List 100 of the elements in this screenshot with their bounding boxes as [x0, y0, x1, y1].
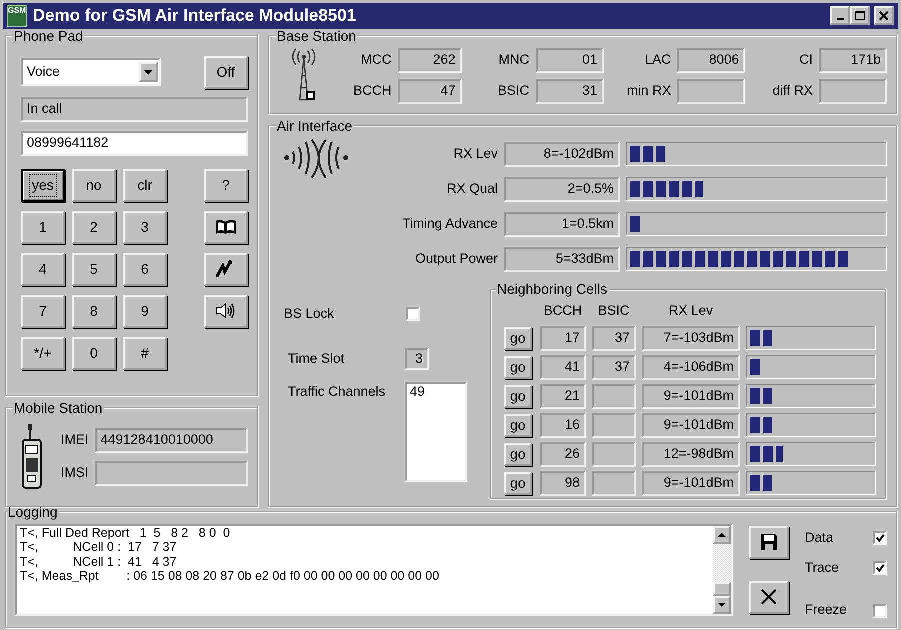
speaker-button[interactable]	[204, 294, 248, 328]
go-button[interactable]: go	[504, 442, 532, 466]
window-title: Demo for GSM Air Interface Module8501	[33, 5, 358, 27]
field-label: diff RX	[772, 82, 813, 100]
field-label: BCCH	[352, 82, 392, 100]
cross-icon	[761, 589, 777, 606]
group-title: Base Station	[276, 28, 358, 44]
field-label: MCC	[360, 51, 392, 70]
bsic-field	[592, 412, 636, 438]
option-checkbox[interactable]	[873, 531, 887, 546]
keypad-button[interactable]: */+	[21, 336, 65, 370]
keypad-button[interactable]: 6	[123, 252, 167, 286]
keypad-button[interactable]: yes	[21, 168, 65, 202]
go-button[interactable]: go	[504, 414, 532, 437]
bcch-field: 41	[540, 354, 586, 380]
keypad-button[interactable]: #	[123, 336, 167, 370]
book-button[interactable]	[204, 210, 248, 244]
go-button[interactable]: go	[504, 472, 532, 495]
traffic-channel-list[interactable]: 49	[405, 382, 467, 482]
option-checkbox[interactable]	[873, 561, 887, 576]
rx-level-field: 9=-101dBm	[642, 470, 740, 496]
off-button[interactable]: Off	[204, 56, 248, 89]
keypad-button[interactable]: 0	[72, 336, 116, 370]
list-item[interactable]: 49	[410, 384, 462, 400]
rx-level-field: 7=-103dBm	[642, 326, 740, 351]
save-icon	[761, 534, 777, 550]
meter-label: Output Power	[414, 250, 498, 268]
close-icon	[879, 10, 889, 21]
option-checkbox[interactable]	[873, 604, 887, 618]
down-arrow-icon	[718, 602, 726, 607]
checkbox-label: Freeze	[805, 601, 848, 620]
mode-dropdown[interactable]: Voice	[21, 58, 161, 86]
keypad-button[interactable]: 3	[123, 210, 167, 244]
value-field: 31	[536, 78, 604, 104]
field-label: min RX	[626, 82, 672, 100]
minimize-button[interactable]	[830, 6, 850, 26]
meter-reading: 8=-102dBm	[504, 142, 620, 167]
rx-level-field: 4=-106dBm	[642, 354, 740, 380]
help-button[interactable]: ?	[204, 168, 248, 202]
app-logo: GSM	[7, 4, 27, 27]
close-button[interactable]	[874, 6, 894, 26]
maximize-icon	[855, 11, 865, 20]
scroll-up-button[interactable]	[713, 526, 731, 544]
go-button[interactable]: go	[504, 326, 532, 350]
bcch-field: 17	[540, 326, 586, 351]
bcch-field: 16	[540, 412, 586, 438]
scrollbar[interactable]	[713, 526, 731, 614]
scroll-down-button[interactable]	[713, 596, 731, 614]
group-title: Neighboring Cells	[496, 282, 609, 298]
bsic-field: 37	[592, 354, 636, 380]
bsic-field	[592, 442, 636, 467]
maximize-button[interactable]	[850, 6, 870, 26]
go-button[interactable]: go	[504, 384, 532, 408]
meter-label: RX Lev	[452, 145, 498, 164]
keypad-button[interactable]: no	[72, 168, 116, 202]
phone-number-field[interactable]: 08999641182	[21, 130, 248, 156]
keypad-button[interactable]: 2	[72, 210, 116, 244]
bs-lock-checkbox[interactable]	[406, 307, 420, 322]
checkbox-label: BS Lock	[284, 304, 336, 323]
clear-button[interactable]	[749, 580, 789, 614]
save-button[interactable]	[749, 526, 789, 559]
dropdown-arrow-icon	[144, 70, 153, 75]
group-title: Mobile Station	[13, 400, 104, 416]
scroll-thumb[interactable]	[713, 582, 731, 596]
meter-label: RX Qual	[446, 180, 498, 198]
keypad-button[interactable]: clr	[123, 168, 167, 202]
keypad-button[interactable]: 9	[123, 294, 167, 328]
book-icon	[215, 219, 237, 236]
bcch-field: 21	[540, 384, 586, 409]
rx-level-field: 12=-98dBm	[642, 442, 740, 467]
keypad-button[interactable]: 1	[21, 210, 65, 244]
keypad-button[interactable]: 4	[21, 252, 65, 286]
value-field: 01	[536, 48, 604, 73]
log-line: T<, NCell 0 : 17 7 37	[20, 540, 178, 555]
log-textbox[interactable]: T<, Full Ded Report 1 5 8 2 8 0 0 T<, NCell 0 : 17 7 37 T<, NCell 1 : 41 4 37 T<, Meas_Rpt : 06 15 08 08 20 87 0b e2 0d f0 00 00 00 00 00 00 00 00	[15, 524, 733, 616]
checkbox-label: Data	[805, 528, 834, 547]
meter-reading: 5=33dBm	[504, 246, 620, 272]
meter-label: Timing Advance	[401, 215, 498, 234]
column-header: RX Lev	[668, 302, 714, 320]
value-field: 262	[398, 48, 462, 73]
id-field: 449128410010000	[94, 428, 248, 453]
keypad-button[interactable]: 8	[72, 294, 116, 328]
value-field: 47	[398, 78, 462, 104]
time-slot-field: 3	[405, 348, 429, 370]
keypad-button[interactable]: 7	[21, 294, 65, 328]
go-button[interactable]: go	[504, 356, 532, 379]
field-label: MNC	[498, 51, 530, 70]
value-field	[677, 78, 746, 104]
rx-level-field: 9=-101dBm	[642, 384, 740, 409]
value-field: 171b	[819, 48, 887, 73]
keypad-button[interactable]: 5	[72, 252, 116, 286]
column-header: BCCH	[542, 302, 584, 320]
field-label: CI	[798, 51, 813, 70]
lightning-button[interactable]	[204, 252, 248, 286]
value-field	[819, 78, 887, 104]
log-line: T<, Meas_Rpt : 06 15 08 08 20 87 0b e2 0d f0 00 00 00 00 00 00 00 00	[20, 569, 440, 584]
field-label: Traffic Channels	[288, 383, 387, 402]
group-title: Logging	[7, 504, 59, 520]
meter-reading: 2=0.5%	[504, 176, 620, 202]
check-icon	[876, 534, 884, 542]
